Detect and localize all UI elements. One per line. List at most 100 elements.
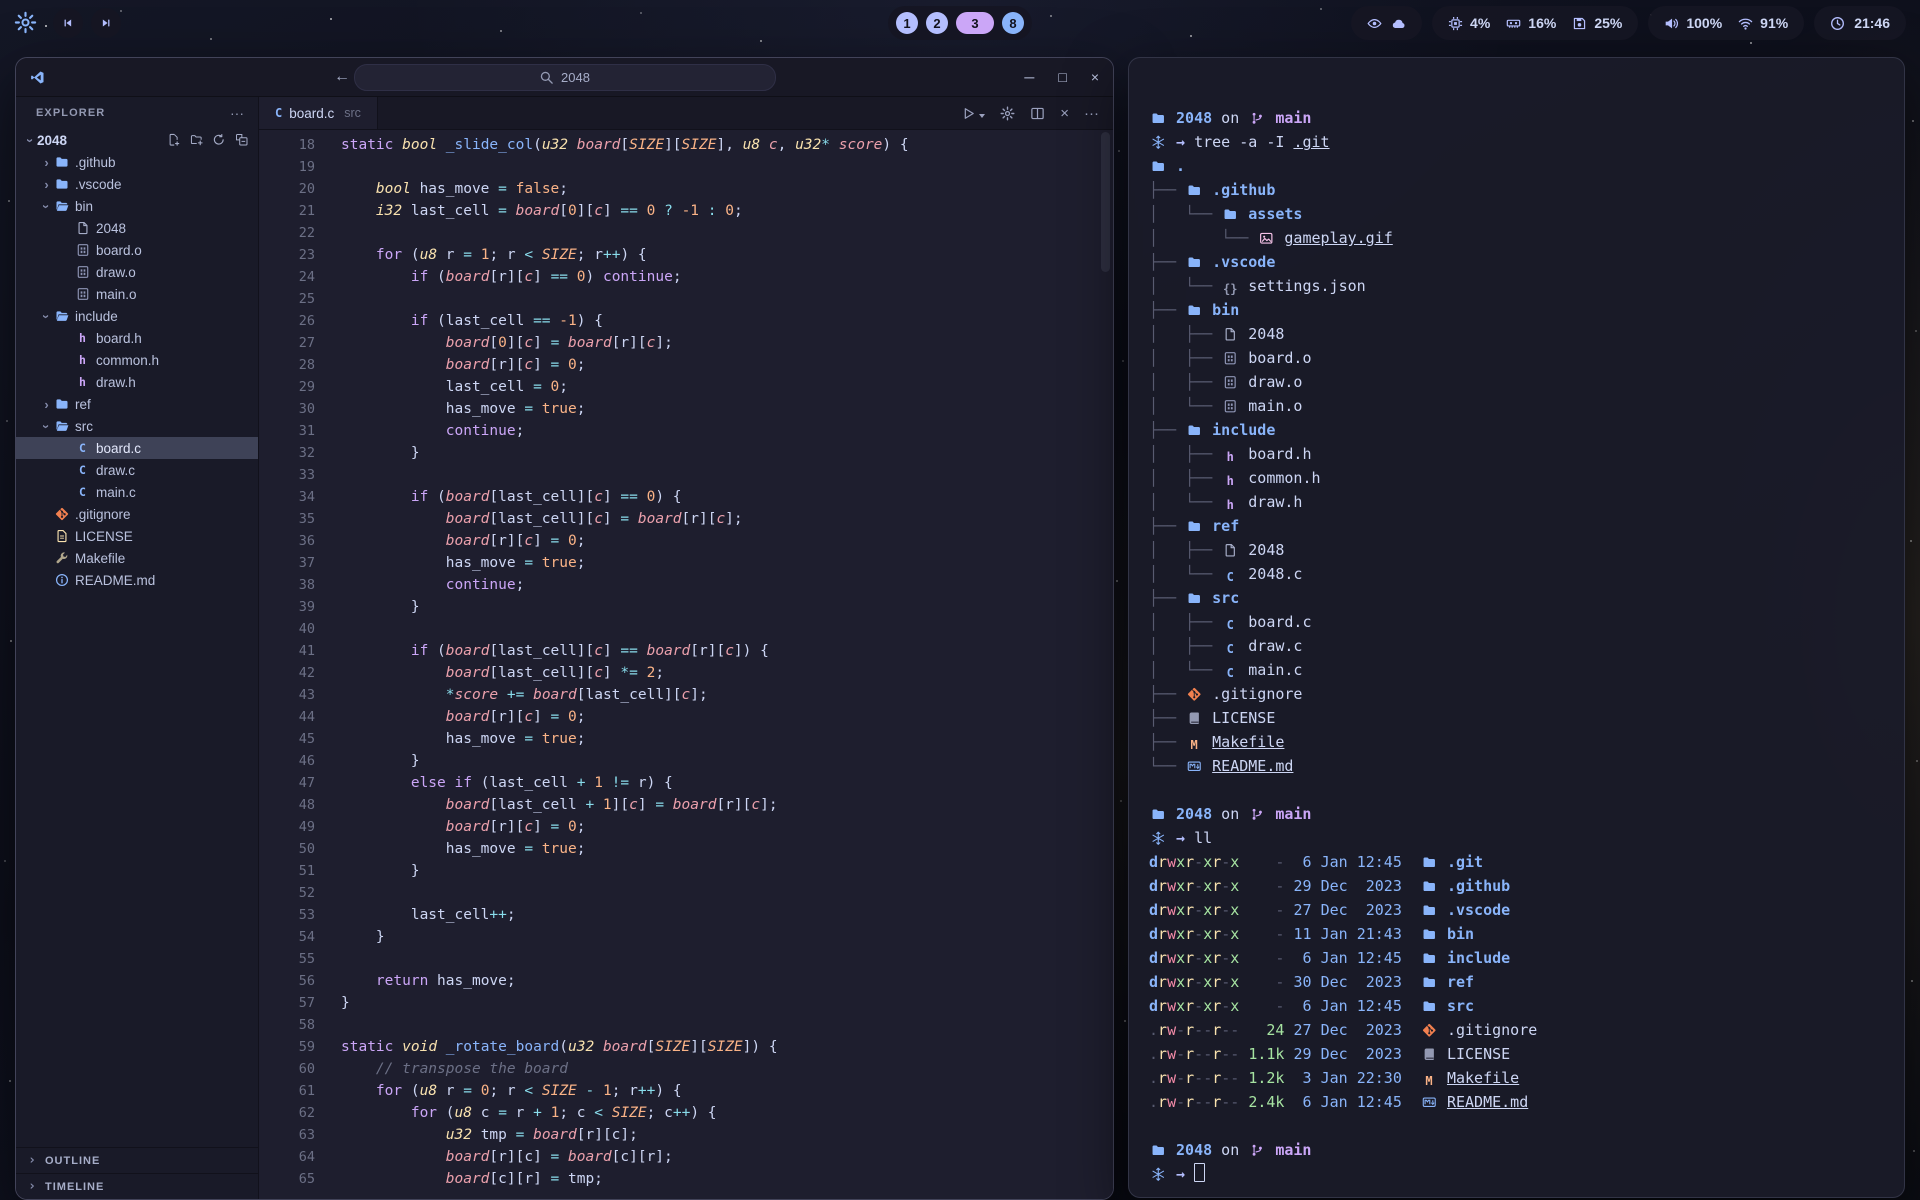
explorer-item-Makefile[interactable]: Makefile (16, 547, 258, 569)
close-button[interactable]: × (1091, 70, 1099, 84)
code-line-43[interactable]: 43 *score += board[last_cell][c]; (259, 684, 1113, 706)
minimize-button[interactable]: ─ (1024, 70, 1034, 84)
code-line-64[interactable]: 64 board[r][c] = board[c][r]; (259, 1146, 1113, 1168)
explorer-item-.github[interactable]: ›.github (16, 151, 258, 173)
explorer-item-draw.c[interactable]: Cdraw.c (16, 459, 258, 481)
code-line-53[interactable]: 53 last_cell++; (259, 904, 1113, 926)
timeline-section[interactable]: ›TIMELINE (16, 1173, 258, 1199)
explorer-item-ref[interactable]: ›ref (16, 393, 258, 415)
code-line-39[interactable]: 39 } (259, 596, 1113, 618)
code-line-27[interactable]: 27 board[0][c] = board[r][c]; (259, 332, 1113, 354)
code-line-51[interactable]: 51 } (259, 860, 1113, 882)
code-line-59[interactable]: 59static void _rotate_board(u32 board[SI… (259, 1036, 1113, 1058)
code-line-30[interactable]: 30 has_move = true; (259, 398, 1113, 420)
tab-board.c[interactable]: C board.c src (259, 97, 378, 129)
code-line-24[interactable]: 24 if (board[r][c] == 0) continue; (259, 266, 1113, 288)
run-settings-button[interactable] (1000, 106, 1015, 121)
code-line-54[interactable]: 54 } (259, 926, 1113, 948)
run-button[interactable] (961, 106, 985, 121)
maximize-button[interactable]: □ (1058, 70, 1066, 84)
outline-section[interactable]: ›OUTLINE (16, 1147, 258, 1173)
explorer-item-.vscode[interactable]: ›.vscode (16, 173, 258, 195)
code-line-55[interactable]: 55 (259, 948, 1113, 970)
code-line-22[interactable]: 22 (259, 222, 1113, 244)
code-line-23[interactable]: 23 for (u8 r = 1; r < SIZE; r++) { (259, 244, 1113, 266)
explorer-item-board.h[interactable]: hboard.h (16, 327, 258, 349)
explorer-item-board.o[interactable]: board.o (16, 239, 258, 261)
code-line-62[interactable]: 62 for (u8 c = r + 1; c < SIZE; c++) { (259, 1102, 1113, 1124)
close-editor-button[interactable]: × (1060, 105, 1069, 122)
code-line-57[interactable]: 57} (259, 992, 1113, 1014)
code-line-40[interactable]: 40 (259, 618, 1113, 640)
audio-network-widget[interactable]: 100%91% (1648, 6, 1804, 40)
code-line-21[interactable]: 21 i32 last_cell = board[0][c] == 0 ? -1… (259, 200, 1113, 222)
code-line-35[interactable]: 35 board[last_cell][c] = board[r][c]; (259, 508, 1113, 530)
code-line-19[interactable]: 19 (259, 156, 1113, 178)
code-line-45[interactable]: 45 has_move = true; (259, 728, 1113, 750)
code-editor[interactable]: 18static bool _slide_col(u32 board[SIZE]… (259, 130, 1113, 1199)
weather-widget[interactable] (1351, 6, 1422, 40)
explorer-item-bin[interactable]: ›bin (16, 195, 258, 217)
explorer-item-README.md[interactable]: README.md (16, 569, 258, 591)
code-line-32[interactable]: 32 } (259, 442, 1113, 464)
code-line-56[interactable]: 56 return has_move; (259, 970, 1113, 992)
vscode-window[interactable]: ← → 2048 ─ □ × EXPLORER ··· ›2048›.githu… (15, 57, 1114, 1200)
code-line-60[interactable]: 60 // transpose the board (259, 1058, 1113, 1080)
workspace-8[interactable]: 8 (1002, 12, 1024, 34)
explorer-item-main.c[interactable]: Cmain.c (16, 481, 258, 503)
refresh-explorer-button[interactable] (212, 133, 226, 147)
media-prev-button[interactable] (53, 8, 83, 38)
explorer-item-LICENSE[interactable]: LICENSE (16, 525, 258, 547)
system-stats-widget[interactable]: 4%16%25% (1432, 6, 1638, 40)
command-center-search[interactable]: 2048 (354, 64, 776, 91)
explorer-item-main.o[interactable]: main.o (16, 283, 258, 305)
explorer-item-draw.o[interactable]: draw.o (16, 261, 258, 283)
terminal-window[interactable]: 2048 on main → tree -a -I .git .├── .git… (1128, 57, 1905, 1198)
explorer-item-common.h[interactable]: hcommon.h (16, 349, 258, 371)
code-line-20[interactable]: 20 bool has_move = false; (259, 178, 1113, 200)
launcher-button[interactable] (14, 11, 37, 35)
code-line-44[interactable]: 44 board[r][c] = 0; (259, 706, 1113, 728)
code-line-63[interactable]: 63 u32 tmp = board[r][c]; (259, 1124, 1113, 1146)
code-line-42[interactable]: 42 board[last_cell][c] *= 2; (259, 662, 1113, 684)
code-line-41[interactable]: 41 if (board[last_cell][c] == board[r][c… (259, 640, 1113, 662)
explorer-item-draw.h[interactable]: hdraw.h (16, 371, 258, 393)
explorer-item-board.c[interactable]: Cboard.c (16, 437, 258, 459)
nav-back-button[interactable]: ← (334, 69, 350, 85)
explorer-root[interactable]: ›2048 (16, 129, 258, 151)
code-line-28[interactable]: 28 board[r][c] = 0; (259, 354, 1113, 376)
editor-scrollbar[interactable] (1101, 132, 1110, 272)
code-line-61[interactable]: 61 for (u8 r = 0; r < SIZE - 1; r++) { (259, 1080, 1113, 1102)
code-line-33[interactable]: 33 (259, 464, 1113, 486)
code-line-37[interactable]: 37 has_move = true; (259, 552, 1113, 574)
code-line-25[interactable]: 25 (259, 288, 1113, 310)
clock-widget[interactable]: 21:46 (1814, 6, 1906, 40)
code-line-58[interactable]: 58 (259, 1014, 1113, 1036)
code-line-52[interactable]: 52 (259, 882, 1113, 904)
code-line-29[interactable]: 29 last_cell = 0; (259, 376, 1113, 398)
code-line-49[interactable]: 49 board[r][c] = 0; (259, 816, 1113, 838)
workspace-2[interactable]: 2 (926, 12, 948, 34)
code-line-65[interactable]: 65 board[c][r] = tmp; (259, 1168, 1113, 1190)
code-line-18[interactable]: 18static bool _slide_col(u32 board[SIZE]… (259, 134, 1113, 156)
code-line-48[interactable]: 48 board[last_cell + 1][c] = board[r][c]… (259, 794, 1113, 816)
media-next-button[interactable] (91, 8, 121, 38)
collapse-folders-button[interactable] (235, 133, 249, 147)
code-line-31[interactable]: 31 continue; (259, 420, 1113, 442)
more-actions-button[interactable]: ··· (1084, 105, 1099, 122)
code-line-36[interactable]: 36 board[r][c] = 0; (259, 530, 1113, 552)
new-folder-button[interactable] (190, 133, 204, 147)
explorer-item-2048[interactable]: 2048 (16, 217, 258, 239)
workspace-1[interactable]: 1 (896, 12, 918, 34)
code-line-50[interactable]: 50 has_move = true; (259, 838, 1113, 860)
code-line-47[interactable]: 47 else if (last_cell + 1 != r) { (259, 772, 1113, 794)
code-line-38[interactable]: 38 continue; (259, 574, 1113, 596)
workspace-3[interactable]: 3 (956, 12, 994, 34)
code-line-26[interactable]: 26 if (last_cell == -1) { (259, 310, 1113, 332)
explorer-item-include[interactable]: ›include (16, 305, 258, 327)
code-line-46[interactable]: 46 } (259, 750, 1113, 772)
explorer-more-button[interactable]: ··· (230, 105, 244, 121)
code-line-34[interactable]: 34 if (board[last_cell][c] == 0) { (259, 486, 1113, 508)
explorer-item-.gitignore[interactable]: .gitignore (16, 503, 258, 525)
split-editor-button[interactable] (1030, 106, 1045, 121)
